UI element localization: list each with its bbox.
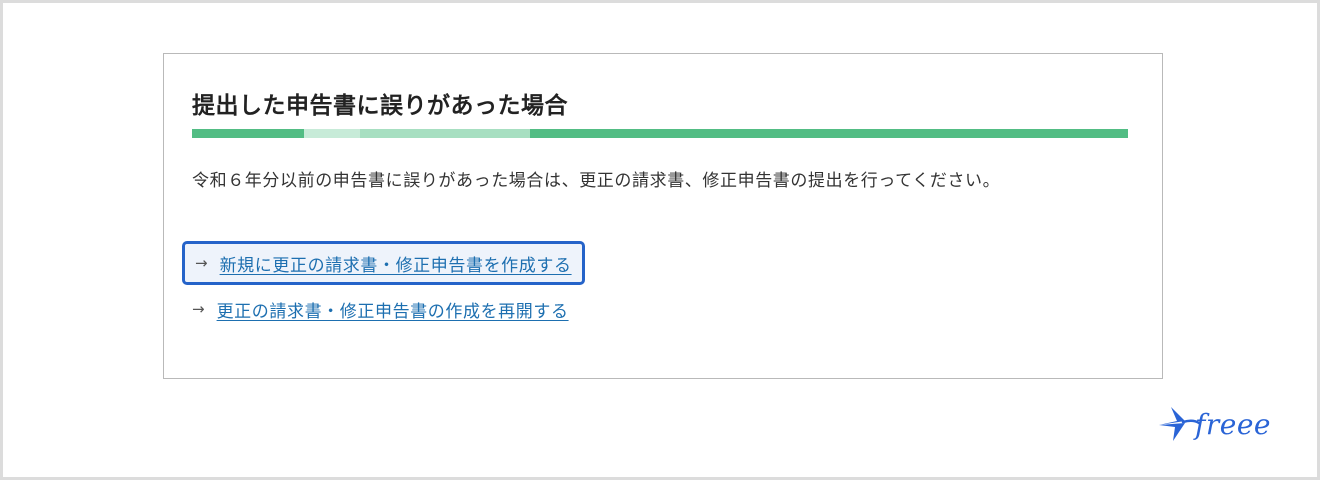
brand-name: freee xyxy=(1195,407,1271,441)
progress-bar xyxy=(192,129,1128,138)
arrow-right-icon: → xyxy=(192,300,205,318)
progress-segment-4 xyxy=(529,129,1128,138)
card-description: 令和６年分以前の申告書に誤りがあった場合は、更正の請求書、修正申告書の提出を行っ… xyxy=(192,171,1001,191)
resume-correction-link[interactable]: 更正の請求書・修正申告書の作成を再開する xyxy=(217,297,569,322)
link-row-resume[interactable]: → 更正の請求書・修正申告書の作成を再開する xyxy=(182,287,579,331)
card-title: 提出した申告書に誤りがあった場合 xyxy=(192,93,568,119)
progress-segment-2 xyxy=(304,129,360,138)
correction-card: 提出した申告書に誤りがあった場合 令和６年分以前の申告書に誤りがあった場合は、更… xyxy=(163,53,1163,379)
brand-logo: freee xyxy=(1155,401,1285,447)
progress-segment-3 xyxy=(359,129,530,138)
page-frame: 提出した申告書に誤りがあった場合 令和６年分以前の申告書に誤りがあった場合は、更… xyxy=(0,0,1320,480)
arrow-right-icon: → xyxy=(195,254,208,272)
progress-segment-1 xyxy=(192,129,305,138)
create-new-correction-link[interactable]: 新規に更正の請求書・修正申告書を作成する xyxy=(220,251,572,276)
link-row-new[interactable]: → 新規に更正の請求書・修正申告書を作成する xyxy=(182,241,585,285)
